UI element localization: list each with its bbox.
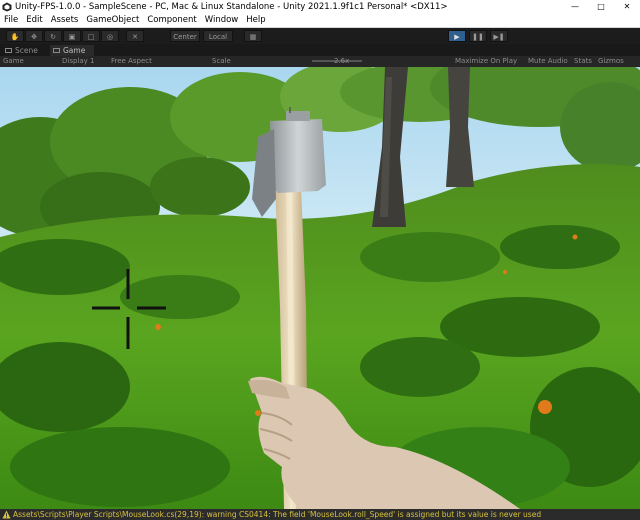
maximize-on-play-toggle[interactable]: Maximize On Play <box>455 56 517 67</box>
tab-game[interactable]: Game <box>50 45 94 56</box>
editor-toolbar: ✋ ✥ ↻ ▣ □ ◎ ✕ Center Local ▦ ▶ ❚❚ ▶❚ <box>0 28 640 44</box>
scale-tool-icon[interactable]: ▣ <box>63 30 81 42</box>
menu-gameobject[interactable]: GameObject <box>82 14 143 27</box>
tab-scene[interactable]: Scene <box>2 45 46 56</box>
game-tab-icon <box>53 48 60 53</box>
menu-bar: File Edit Assets GameObject Component Wi… <box>0 14 640 28</box>
console-message: Assets\Scripts\Player Scripts\MouseLook.… <box>13 510 542 519</box>
display-dropdown[interactable]: Display 1 <box>62 56 94 67</box>
window-title-bar[interactable]: Unity-FPS-1.0.0 - SampleScene - PC, Mac … <box>0 0 640 14</box>
pause-button[interactable]: ❚❚ <box>469 30 487 42</box>
menu-edit[interactable]: Edit <box>22 14 46 27</box>
view-tabs: Scene Game <box>0 44 640 56</box>
move-tool-icon[interactable]: ✥ <box>25 30 43 42</box>
game-view-control-bar: Game Display 1 Free Aspect Scale 2.6x Ma… <box>0 56 640 67</box>
rect-tool-icon[interactable]: □ <box>82 30 100 42</box>
minimize-icon[interactable]: — <box>562 0 588 14</box>
menu-component[interactable]: Component <box>143 14 200 27</box>
scene-tab-icon <box>5 48 12 53</box>
gizmos-dropdown[interactable]: Gizmos <box>598 56 624 67</box>
menu-help[interactable]: Help <box>242 14 269 27</box>
menu-file[interactable]: File <box>0 14 22 27</box>
pivot-space-toggle[interactable]: Local <box>203 30 233 42</box>
grid-snap-icon[interactable]: ▦ <box>244 30 262 42</box>
tab-game-label: Game <box>63 46 86 55</box>
rotate-tool-icon[interactable]: ↻ <box>44 30 62 42</box>
aspect-dropdown[interactable]: Free Aspect <box>111 56 152 67</box>
stats-toggle[interactable]: Stats <box>574 56 592 67</box>
step-button[interactable]: ▶❚ <box>490 30 508 42</box>
custom-tool-icon[interactable]: ✕ <box>126 30 144 42</box>
menu-window[interactable]: Window <box>201 14 243 27</box>
unity-logo-icon <box>2 2 12 12</box>
maximize-icon[interactable]: □ <box>588 0 614 14</box>
hand-tool-icon[interactable]: ✋ <box>6 30 24 42</box>
console-status-bar[interactable]: Assets\Scripts\Player Scripts\MouseLook.… <box>0 509 640 520</box>
display-mode-dropdown[interactable]: Game <box>3 56 24 67</box>
tab-scene-label: Scene <box>15 46 38 55</box>
pivot-center-toggle[interactable]: Center <box>170 30 200 42</box>
play-button[interactable]: ▶ <box>448 30 466 42</box>
game-scene <box>0 67 640 509</box>
menu-assets[interactable]: Assets <box>47 14 83 27</box>
window-title: Unity-FPS-1.0.0 - SampleScene - PC, Mac … <box>15 2 448 12</box>
scale-label: Scale <box>212 57 231 65</box>
mute-audio-toggle[interactable]: Mute Audio <box>528 56 568 67</box>
scale-value: 2.6x <box>334 57 350 65</box>
close-icon[interactable]: ✕ <box>614 0 640 14</box>
transform-tool-icon[interactable]: ◎ <box>101 30 119 42</box>
game-viewport[interactable] <box>0 67 640 509</box>
warning-icon <box>2 510 11 519</box>
